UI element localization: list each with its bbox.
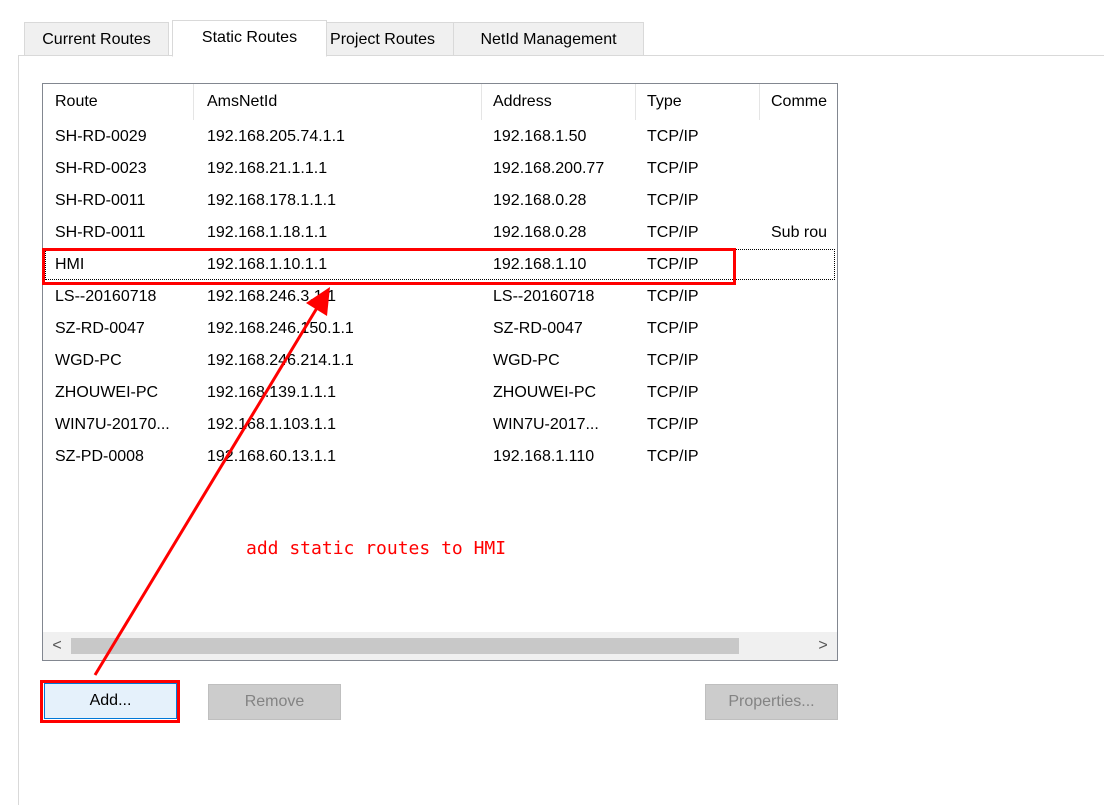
table-row[interactable]: SH-RD-0023 192.168.21.1.1.1 192.168.200.77… [43, 153, 837, 185]
tab-current-routes[interactable]: Current Routes [24, 22, 169, 56]
table-cell: TCP/IP [647, 192, 699, 209]
table-cell: 192.168.21.1.1.1 [207, 160, 328, 177]
table-row[interactable]: WGD-PC 192.168.246.214.1.1 WGD-PC TCP/IP [43, 345, 837, 377]
table-cell: SH-RD-0011 [55, 192, 146, 209]
table-cell: 192.168.1.50 [493, 128, 587, 145]
table-cell [759, 153, 837, 185]
table-cell: WIN7U-2017... [493, 416, 599, 433]
table-cell: WGD-PC [55, 352, 122, 369]
table-cell: 192.168.1.103.1.1 [207, 416, 337, 433]
table-cell: 192.168.205.74.1.1 [207, 128, 345, 145]
table-row[interactable]: SZ-PD-0008 192.168.60.13.1.1 192.168.1.110… [43, 441, 837, 473]
table-cell: Sub rou [771, 224, 828, 241]
table-cell: TCP/IP [647, 384, 699, 401]
table-cell: TCP/IP [647, 448, 699, 465]
table-row[interactable]: WIN7U-20170... 192.168.1.103.1.1 WIN7U-201… [43, 409, 837, 441]
table-row[interactable]: ZHOUWEI-PC 192.168.139.1.1.1 ZHOUWEI-PC TCP… [43, 377, 837, 409]
table-cell: 192.168.200.77 [493, 160, 605, 177]
table-cell: WGD-PC [493, 352, 560, 369]
table-cell: 192.168.139.1.1.1 [207, 384, 337, 401]
column-header-route[interactable]: Route [43, 84, 193, 120]
horizontal-scrollbar[interactable]: < > [43, 632, 837, 660]
column-header-amsnetid[interactable]: AmsNetId [195, 84, 481, 120]
table-cell: 192.168.60.13.1.1 [207, 448, 337, 465]
table-row[interactable]: SH-RD-0029 192.168.205.74.1.1 192.168.1.50… [43, 121, 837, 153]
column-divider[interactable] [193, 84, 194, 120]
table-cell: 192.168.178.1.1.1 [207, 192, 337, 209]
table-cell: TCP/IP [647, 160, 699, 177]
table-cell: 192.168.1.18.1.1 [207, 224, 328, 241]
table-row[interactable]: LS--20160718 192.168.246.3.1.1 LS--2016071… [43, 281, 837, 313]
table-cell [759, 249, 837, 281]
table-cell [759, 281, 837, 313]
table-cell: SZ-RD-0047 [55, 320, 145, 337]
table-row[interactable]: SZ-RD-0047 192.168.246.150.1.1 SZ-RD-0047 T… [43, 313, 837, 345]
table-cell: TCP/IP [647, 288, 699, 305]
table-cell: TCP/IP [647, 416, 699, 433]
table-cell: 192.168.0.28 [493, 224, 587, 241]
table-cell [759, 345, 837, 377]
tab-project-routes[interactable]: Project Routes [310, 22, 455, 56]
scroll-right-icon[interactable]: > [809, 632, 837, 660]
table-cell: SH-RD-0011 [55, 224, 146, 241]
column-header-address[interactable]: Address [481, 84, 635, 120]
hmi-row-highlight [42, 248, 736, 285]
table-cell [759, 377, 837, 409]
table-cell [759, 185, 837, 217]
table-cell: TCP/IP [647, 128, 699, 145]
table-cell: ZHOUWEI-PC [493, 384, 597, 401]
table-cell [759, 121, 837, 153]
table-cell: TCP/IP [647, 320, 699, 337]
table-cell: 192.168.0.28 [493, 192, 587, 209]
table-row[interactable]: SH-RD-0011 192.168.1.18.1.1 192.168.0.28 TC… [43, 217, 837, 249]
scrollbar-thumb[interactable] [71, 638, 739, 654]
annotation-text: add static routes to HMI [246, 538, 507, 559]
table-cell: LS--20160718 [493, 288, 595, 305]
table-cell: ZHOUWEI-PC [55, 384, 159, 401]
table-cell: 192.168.246.3.1.1 [207, 288, 337, 305]
table-cell [759, 409, 837, 441]
table-cell: LS--20160718 [55, 288, 157, 305]
properties-button[interactable]: Properties... [705, 684, 838, 720]
table-cell: SZ-RD-0047 [493, 320, 583, 337]
scroll-left-icon[interactable]: < [43, 632, 71, 660]
column-header-type[interactable]: Type [635, 84, 759, 120]
table-cell: SH-RD-0023 [55, 160, 147, 177]
table-cell [759, 441, 837, 473]
column-header-comment[interactable]: Comme [759, 84, 837, 120]
table-row[interactable]: SH-RD-0011 192.168.178.1.1.1 192.168.0.28 T… [43, 185, 837, 217]
tab-netid-management[interactable]: NetId Management [453, 22, 644, 56]
table-cell [759, 313, 837, 345]
remove-button[interactable]: Remove [208, 684, 341, 720]
table-cell: 192.168.1.110 [493, 448, 595, 465]
list-header: Route AmsNetId Address Type Comme [43, 84, 837, 120]
static-routes-list[interactable]: Route AmsNetId Address Type Comme SH-RD-… [42, 83, 838, 661]
table-cell: SZ-PD-0008 [55, 448, 144, 465]
table-cell: WIN7U-20170... [55, 416, 170, 433]
table-cell: TCP/IP [647, 352, 699, 369]
table-cell: TCP/IP [647, 224, 699, 241]
table-cell: SH-RD-0029 [55, 128, 147, 145]
table-cell: 192.168.246.150.1.1 [207, 320, 354, 337]
add-button-highlight [40, 680, 180, 723]
tab-static-routes[interactable]: Static Routes [172, 20, 327, 57]
table-cell: 192.168.246.214.1.1 [207, 352, 354, 369]
